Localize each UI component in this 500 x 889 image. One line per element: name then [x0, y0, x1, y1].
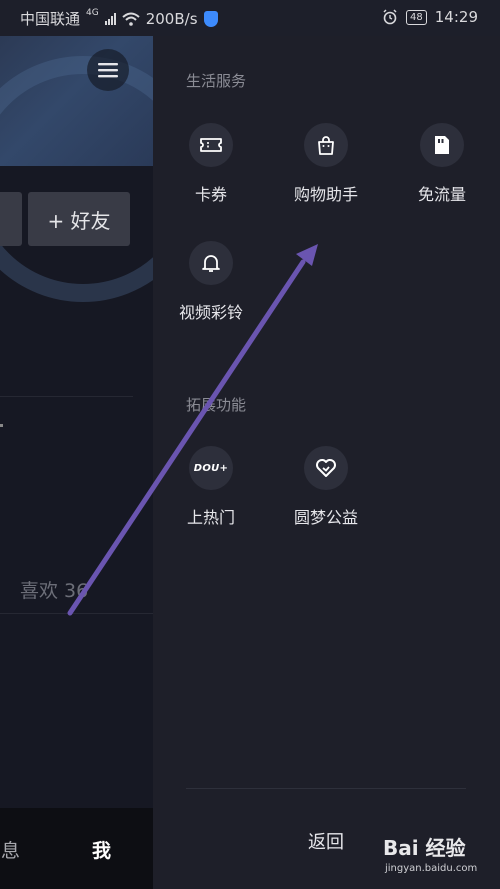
likes-tab[interactable]: 喜欢 36 [20, 576, 88, 603]
text-fragment [0, 424, 3, 427]
network-type: 4G [86, 7, 99, 18]
divider [0, 396, 133, 397]
drawer-item-label: 上热门 [186, 508, 235, 527]
bottom-navigation: 消息 我 [0, 808, 153, 889]
icon-circle [189, 123, 233, 167]
signal-icon [104, 12, 116, 25]
status-left: 中国联通 4G 200B/s [20, 8, 218, 29]
add-friend-button[interactable]: + 好友 [28, 192, 130, 246]
drawer-item-shopping-assistant[interactable]: 购物助手 [271, 123, 381, 205]
baidu-jingyan-watermark: Bai 经验 jingyan.baidu.com [383, 832, 495, 886]
drawer-item-label: 卡券 [194, 185, 227, 204]
divider [0, 613, 153, 614]
clock-time: 14:29 [434, 8, 478, 26]
watermark-brand: Bai 经验 [383, 832, 495, 861]
watermark-url: jingyan.baidu.com [385, 863, 478, 874]
menu-button[interactable] [87, 49, 129, 91]
icon-circle: DOU+ [189, 446, 233, 490]
drawer-item-label: 视频彩铃 [178, 303, 243, 322]
drawer-divider [186, 788, 466, 789]
carrier-name: 中国联通 [20, 10, 81, 28]
nav-me[interactable]: 我 [92, 836, 111, 863]
status-bar: 中国联通 4G 200B/s 48 14:29 [0, 0, 500, 36]
heart-icon [316, 459, 336, 477]
section-title-extensions: 拓展功能 [186, 396, 247, 414]
bell-icon [202, 255, 220, 272]
profile-page-background: + 好友 喜欢 36 消息 我 [0, 36, 153, 889]
wifi-icon [122, 12, 140, 26]
back-button[interactable]: 返回 [283, 828, 369, 854]
drawer-item-coupons[interactable]: 卡券 [156, 123, 266, 205]
nav-messages[interactable]: 消息 [0, 836, 20, 863]
icon-circle [304, 123, 348, 167]
icon-circle [189, 241, 233, 285]
cover-decoration [0, 56, 153, 302]
drawer-item-free-data[interactable]: 免流量 [387, 123, 497, 205]
hamburger-icon [98, 63, 118, 78]
drawer-item-label: 免流量 [417, 185, 466, 204]
profile-cover-image [0, 36, 153, 302]
network-speed: 200B/s [145, 9, 198, 28]
icon-circle [304, 446, 348, 490]
security-shield-icon [203, 10, 218, 27]
section-title-life-services: 生活服务 [186, 72, 247, 90]
icon-circle [420, 123, 464, 167]
edit-profile-button[interactable] [0, 192, 22, 246]
drawer-item-label: 圆梦公益 [293, 508, 358, 527]
dou-plus-icon: DOU+ [193, 462, 229, 474]
drawer-item-video-ringtone[interactable]: 视频彩铃 [156, 241, 266, 323]
side-drawer: 生活服务 卡券 购物助手 免流量 视频彩铃 拓展功能 DOU+ 上热门 圆梦公益… [153, 36, 500, 889]
drawer-item-label: 购物助手 [293, 185, 358, 204]
ticket-icon [200, 138, 222, 152]
shopping-bag-icon [318, 136, 334, 155]
alarm-icon [383, 9, 397, 25]
sim-card-icon [435, 136, 449, 154]
drawer-item-charity[interactable]: 圆梦公益 [271, 446, 381, 528]
battery-level: 48 [406, 9, 427, 25]
watermark-text: Bai 经验 [383, 836, 466, 860]
drawer-item-dou-plus[interactable]: DOU+ 上热门 [156, 446, 266, 528]
status-right: 48 14:29 [382, 8, 478, 26]
